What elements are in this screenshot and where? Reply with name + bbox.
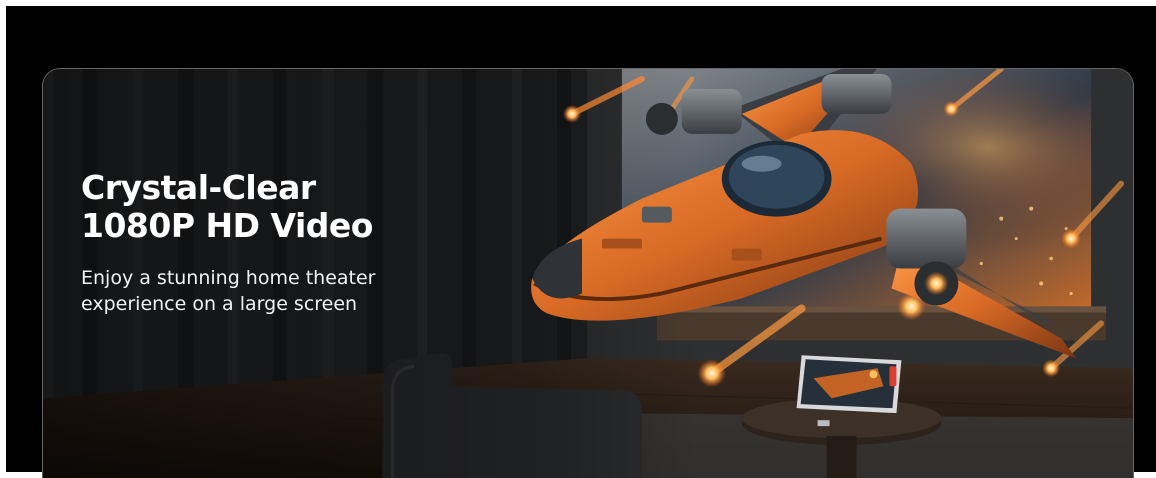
subheadline: Enjoy a stunning home theater experience… — [81, 267, 376, 315]
hero-banner: Crystal-Clear 1080P HD Video Enjoy a stu… — [42, 68, 1134, 478]
headline: Crystal-Clear 1080P HD Video — [81, 169, 441, 245]
page-frame: Crystal-Clear 1080P HD Video Enjoy a stu… — [6, 6, 1156, 478]
headline-highlight: 1080P HD — [81, 206, 262, 245]
headline-line-2-rest: Video — [259, 206, 374, 245]
headline-line-2: 1080P HD Video — [81, 207, 441, 245]
hero-copy: Crystal-Clear 1080P HD Video Enjoy a stu… — [81, 169, 441, 317]
headline-line-1: Crystal-Clear — [81, 168, 316, 207]
